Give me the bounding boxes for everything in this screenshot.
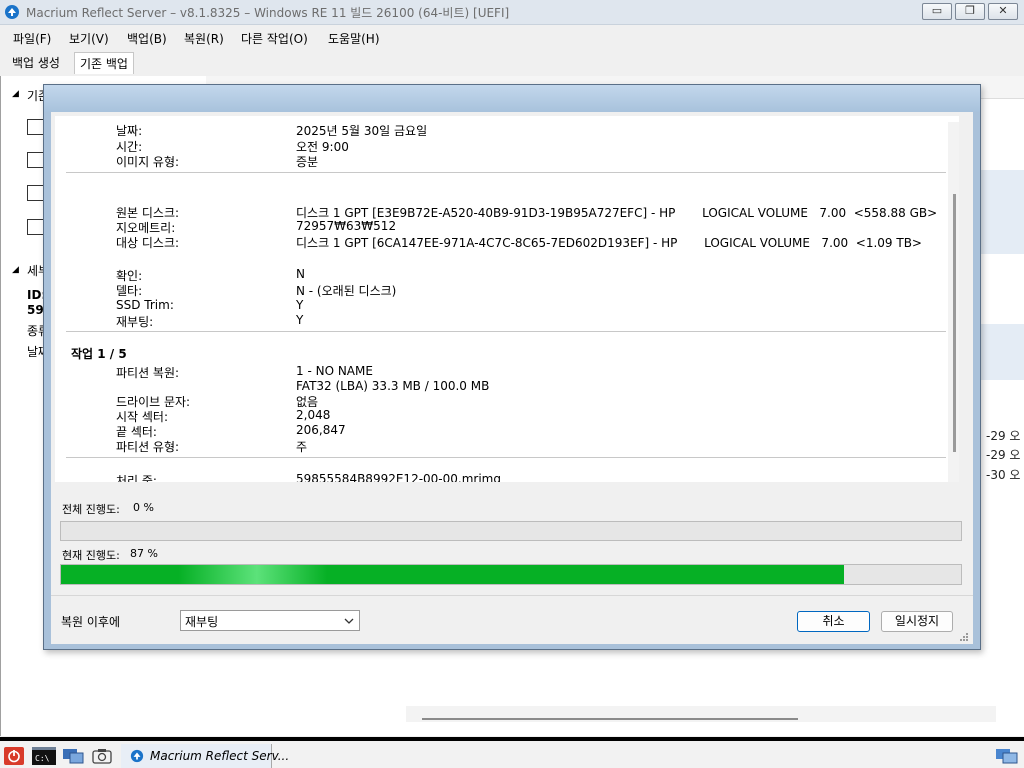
current-progress-bar [60,564,962,585]
ssd-trim-label: SSD Trim: [116,298,174,312]
menu-restore[interactable]: 복원(R) [184,30,224,47]
list-date-cell: -29 오 [986,448,1021,462]
reboot-label: 재부팅: [116,315,154,329]
overall-progress-label: 전체 진행도: [62,503,120,516]
overall-progress-bar [60,521,962,541]
tab-existing-backups[interactable]: 기존 백업 [74,52,134,74]
pause-button[interactable]: 일시정지 [881,611,953,632]
menu-bar: 파일(F) 보기(V) 백업(B) 복원(R) 다른 작업(O) 도움말(H) [0,25,1024,49]
processing-file-value: 59855584B8992E12-00-00.mrimg [296,472,501,482]
taskbar-app-label: Macrium Reflect Serv... [150,749,290,763]
divider [66,331,946,332]
target-disk-value: 디스크 1 GPT [6CA147EE-971A-4C7C-8C65-7ED60… [296,236,922,250]
verify-value: N [296,267,305,281]
horizontal-scrollbar[interactable] [406,706,996,722]
network-icon[interactable] [994,747,1018,765]
collapse-arrow-icon[interactable]: ◢ [12,265,19,275]
svg-text:C:\: C:\ [35,754,50,763]
date-label: 날짜: [116,124,143,138]
menu-other-tasks[interactable]: 다른 작업(O) [241,30,308,47]
task-heading: 작업 1 / 5 [71,347,127,361]
title-bar: Macrium Reflect Server – v8.1.8325 – Win… [0,0,1024,25]
menu-file[interactable]: 파일(F) [13,30,51,47]
dialog-bottom-bar: 복원 이후에 재부팅 취소 일시정지 [51,595,973,644]
cancel-button[interactable]: 취소 [797,611,870,632]
power-icon[interactable] [4,747,24,765]
chevron-down-icon [344,618,354,624]
delta-label: 델타: [116,284,143,298]
reboot-value: Y [296,313,304,327]
current-progress-fill [61,565,844,584]
processing-label: 처리 중: [116,474,157,482]
ssd-trim-value: Y [296,298,304,312]
macrium-app-icon [5,5,19,19]
window-title: Macrium Reflect Server – v8.1.8325 – Win… [26,6,510,20]
after-restore-selected: 재부팅 [185,615,219,629]
after-restore-label: 복원 이후에 [61,615,121,629]
resize-grip-icon[interactable] [959,632,969,642]
close-button[interactable]: ✕ [988,3,1018,20]
dialog-body: 날짜: 2025년 5월 30일 금요일 시간: 오전 9:00 이미지 유형:… [51,112,973,644]
partition-type-value: 주 [296,440,308,454]
after-restore-dropdown[interactable]: 재부팅 [180,610,360,631]
menu-backup[interactable]: 백업(B) [127,30,167,47]
selection-highlight [981,170,1024,254]
image-type-value: 증분 [296,155,319,169]
partition-size-value: FAT32 (LBA) 33.3 MB / 100.0 MB [296,379,490,393]
details-vertical-scrollbar[interactable] [948,122,959,482]
taskbar: C:\ Macrium Reflect Serv... [0,737,1024,768]
computer-icon[interactable] [62,747,84,765]
main-tabs: 백업 생성 기존 백업 [0,50,1024,76]
dialog-title-bar[interactable] [44,85,980,112]
overall-progress-value: 0 % [133,501,154,514]
list-date-cell: -29 오 [986,429,1021,443]
list-date-cell: -30 오 [986,468,1021,482]
divider [66,172,946,173]
menu-help[interactable]: 도움말(H) [328,30,380,47]
collapse-arrow-icon[interactable]: ◢ [12,89,19,99]
command-prompt-icon[interactable]: C:\ [32,747,56,765]
minimize-button[interactable]: ▭ [922,3,952,20]
geometry-value: 72957₩63₩512 [296,219,397,233]
restore-progress-dialog: 날짜: 2025년 5월 30일 금요일 시간: 오전 9:00 이미지 유형:… [43,84,981,650]
end-sector-value: 206,847 [296,423,346,437]
partition-type-label: 파티션 유형: [116,440,180,454]
taskbar-app-macrium[interactable]: Macrium Reflect Serv... [121,744,289,768]
detail-id-value: 59 [27,303,44,317]
macrium-app-icon [130,749,144,763]
scrollbar-thumb[interactable] [422,718,798,720]
selection-highlight [981,324,1024,380]
target-disk-label: 대상 디스크: [116,236,180,250]
tab-create-backup[interactable]: 백업 생성 [7,52,65,74]
image-type-label: 이미지 유형: [116,155,180,169]
divider [66,457,946,458]
partition-restore-value: 1 - NO NAME [296,364,373,378]
restore-button[interactable]: ❐ [955,3,985,20]
menu-view[interactable]: 보기(V) [69,30,109,47]
restore-details-panel: 날짜: 2025년 5월 30일 금요일 시간: 오전 9:00 이미지 유형:… [55,116,959,482]
start-sector-value: 2,048 [296,408,331,422]
date-value: 2025년 5월 30일 금요일 [296,124,428,138]
camera-icon[interactable] [91,747,113,765]
partition-restore-label: 파티션 복원: [116,366,180,380]
current-progress-label: 현재 진행도: [62,549,120,562]
current-progress-value: 87 % [130,547,158,560]
delta-value: N - (오래된 디스크) [296,284,397,298]
scrollbar-thumb[interactable] [953,194,956,452]
